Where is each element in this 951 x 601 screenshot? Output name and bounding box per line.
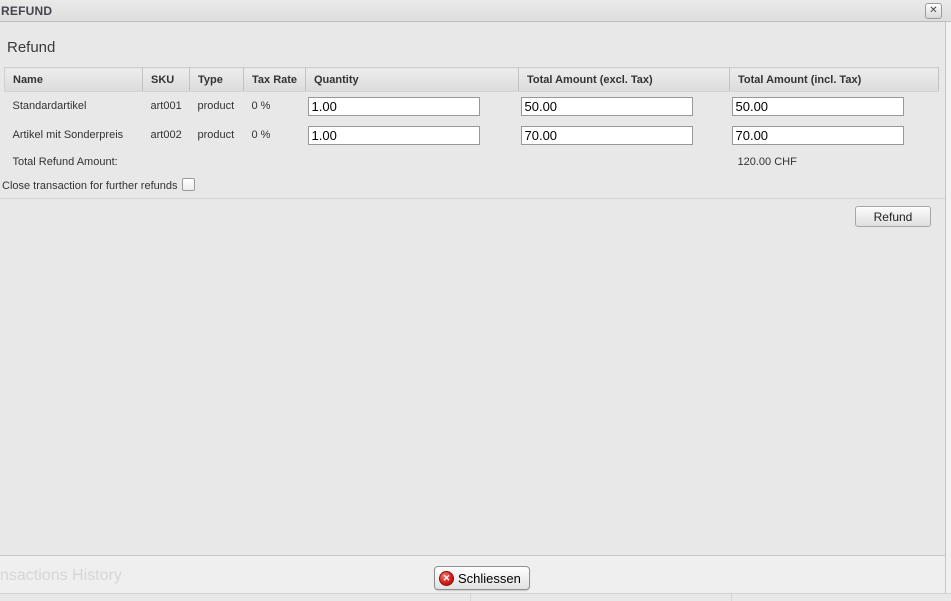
strip-separator — [731, 594, 732, 601]
column-header-total-excl: Total Amount (excl. Tax) — [519, 68, 730, 92]
schliessen-button[interactable]: ✕ Schliessen — [434, 566, 530, 590]
cell-type: product — [190, 92, 244, 121]
cell-tax-rate: 0 % — [244, 121, 306, 150]
background-page-heading: nsactions History — [0, 567, 122, 585]
refund-heading: Refund — [7, 39, 55, 56]
lightbox-footer: nsactions History ✕ Schliessen — [0, 555, 945, 593]
cell-type: product — [190, 121, 244, 150]
cell-sku: art001 — [143, 92, 190, 121]
close-transaction-checkbox[interactable] — [182, 178, 195, 191]
close-icon[interactable]: ✕ — [925, 3, 942, 19]
refund-lightbox: REFUND ✕ Refund Name SKU Type Tax Rate Q… — [0, 0, 951, 601]
close-transaction-label: Close transaction for further refunds — [2, 180, 177, 192]
column-header-type: Type — [190, 68, 244, 92]
total-refund-label: Total Refund Amount: — [5, 150, 730, 174]
quantity-input[interactable] — [308, 97, 480, 116]
close-transaction-row: Close transaction for further refunds — [2, 180, 195, 196]
total-excl-input[interactable] — [521, 97, 693, 116]
total-incl-input[interactable] — [732, 97, 904, 116]
cell-name: Artikel mit Sonderpreis — [5, 121, 143, 150]
cell-name: Standardartikel — [5, 92, 143, 121]
table-header-row: Name SKU Type Tax Rate Quantity Total Am… — [5, 68, 939, 92]
column-header-total-incl: Total Amount (incl. Tax) — [730, 68, 939, 92]
background-table-header-strip — [0, 593, 951, 601]
refund-table: Name SKU Type Tax Rate Quantity Total Am… — [4, 67, 939, 174]
cell-tax-rate: 0 % — [244, 92, 306, 121]
table-row: Artikel mit Sonderpreis art002 product 0… — [5, 121, 939, 150]
strip-separator — [470, 594, 471, 601]
total-refund-row: Total Refund Amount: 120.00 CHF — [5, 150, 939, 174]
cell-sku: art002 — [143, 121, 190, 150]
red-close-icon: ✕ — [439, 571, 454, 586]
column-header-sku: SKU — [143, 68, 190, 92]
dialog-title: REFUND — [1, 4, 52, 18]
dialog-titlebar: REFUND ✕ — [0, 0, 951, 22]
refund-button[interactable]: Refund — [855, 206, 931, 227]
total-excl-input[interactable] — [521, 126, 693, 145]
total-refund-value: 120.00 CHF — [730, 150, 939, 174]
column-header-tax-rate: Tax Rate — [244, 68, 306, 92]
column-header-name: Name — [5, 68, 143, 92]
separator-line — [0, 198, 945, 199]
page-background-strip — [945, 22, 951, 601]
quantity-input[interactable] — [308, 126, 480, 145]
total-incl-input[interactable] — [732, 126, 904, 145]
table-row: Standardartikel art001 product 0 % — [5, 92, 939, 121]
schliessen-label: Schliessen — [458, 571, 521, 586]
column-header-quantity: Quantity — [306, 68, 519, 92]
